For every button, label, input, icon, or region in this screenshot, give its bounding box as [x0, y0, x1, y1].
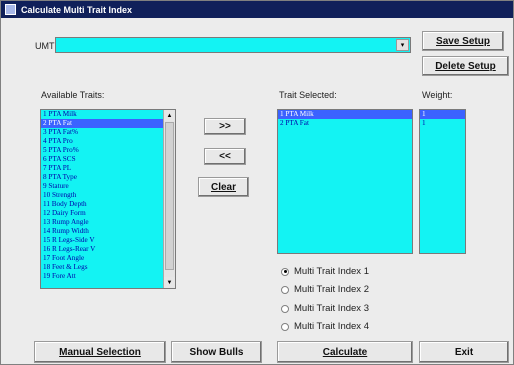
list-item[interactable]: 19 Fore Att [41, 272, 175, 281]
list-item[interactable]: 5 PTA Pro% [41, 146, 175, 155]
weight-list[interactable]: 11 [419, 109, 466, 254]
list-item[interactable]: 1 [420, 119, 465, 128]
scroll-up-icon[interactable]: ▲ [164, 110, 175, 121]
remove-trait-label: << [219, 151, 231, 162]
title-bar: Calculate Multi Trait Index [1, 1, 513, 18]
chevron-down-icon[interactable]: ▾ [396, 39, 409, 51]
list-item[interactable]: 2 PTA Fat [41, 119, 175, 128]
list-item[interactable]: 3 PTA Fat% [41, 128, 175, 137]
list-item[interactable]: 16 R Legs-Rear V [41, 245, 175, 254]
radio-label: Multi Trait Index 1 [294, 266, 369, 277]
list-item[interactable]: 17 Foot Angle [41, 254, 175, 263]
radio-label: Multi Trait Index 4 [294, 321, 369, 332]
clear-button[interactable]: Clear [198, 177, 249, 197]
trait-selected-list[interactable]: 1 PTA Milk 2 PTA Fat [277, 109, 413, 254]
exit-button[interactable]: Exit [419, 341, 509, 363]
radio-multi-trait-index-3[interactable]: Multi Trait Index 3 [281, 303, 369, 314]
list-item[interactable]: 1 [420, 110, 465, 119]
radio-indicator[interactable] [281, 322, 289, 331]
list-item[interactable]: 14 Rump Width [41, 227, 175, 236]
save-setup-label: Save Setup [436, 35, 490, 47]
clear-label: Clear [210, 181, 236, 193]
show-bulls-button[interactable]: Show Bulls [171, 341, 262, 363]
list-item[interactable]: 11 Body Depth [41, 200, 175, 209]
remove-trait-button[interactable]: << [204, 148, 246, 165]
radio-indicator[interactable] [281, 304, 289, 313]
manual-selection-button[interactable]: Manual Selection [34, 341, 166, 363]
radio-label: Multi Trait Index 2 [294, 284, 369, 295]
radio-label: Multi Trait Index 3 [294, 303, 369, 314]
add-trait-button[interactable]: >> [204, 118, 246, 135]
list-item[interactable]: 1 PTA Milk [278, 110, 412, 119]
exit-label: Exit [454, 346, 474, 358]
delete-setup-button[interactable]: Delete Setup [422, 56, 509, 76]
save-setup-button[interactable]: Save Setup [422, 31, 504, 51]
scroll-thumb[interactable] [165, 122, 174, 270]
window-title: Calculate Multi Trait Index [21, 4, 133, 15]
umti-dropdown[interactable]: ▾ [55, 37, 411, 53]
list-item[interactable]: 18 Feet & Legs [41, 263, 175, 272]
calculate-multi-trait-index-window: Calculate Multi Trait Index UMTI: ▾ Save… [0, 0, 514, 365]
available-traits-scrollbar[interactable]: ▲ ▼ [163, 110, 175, 288]
available-traits-list[interactable]: 1 PTA Milk 2 PTA Fat 3 PTA Fat% 4 PTA Pro 5 … [40, 109, 176, 289]
manual-selection-label: Manual Selection [59, 346, 141, 358]
radio-multi-trait-index-2[interactable]: Multi Trait Index 2 [281, 284, 369, 295]
radio-indicator[interactable] [281, 267, 289, 276]
scroll-down-icon[interactable]: ▼ [164, 277, 175, 288]
radio-indicator[interactable] [281, 285, 289, 294]
list-item[interactable]: 2 PTA Fat [278, 119, 412, 128]
list-item[interactable]: 7 PTA PL [41, 164, 175, 173]
available-traits-label: Available Traits: [41, 90, 105, 100]
list-item[interactable]: 10 Strength [41, 191, 175, 200]
list-item[interactable]: 15 R Legs-Side V [41, 236, 175, 245]
weight-label: Weight: [422, 90, 453, 100]
calculate-button[interactable]: Calculate [277, 341, 413, 363]
delete-setup-label: Delete Setup [435, 60, 496, 72]
trait-selected-label: Trait Selected: [279, 90, 337, 100]
list-item[interactable]: 6 PTA SCS [41, 155, 175, 164]
list-item[interactable]: 12 Dairy Form [41, 209, 175, 218]
show-bulls-label: Show Bulls [189, 346, 244, 358]
app-icon [5, 4, 16, 15]
radio-multi-trait-index-1[interactable]: Multi Trait Index 1 [281, 266, 369, 277]
list-item[interactable]: 13 Rump Angle [41, 218, 175, 227]
calculate-label: Calculate [322, 346, 368, 358]
list-item[interactable]: 9 Stature [41, 182, 175, 191]
add-trait-label: >> [219, 121, 231, 132]
list-item[interactable]: 4 PTA Pro [41, 137, 175, 146]
list-item[interactable]: 1 PTA Milk [41, 110, 175, 119]
radio-multi-trait-index-4[interactable]: Multi Trait Index 4 [281, 321, 369, 332]
list-item[interactable]: 8 PTA Type [41, 173, 175, 182]
